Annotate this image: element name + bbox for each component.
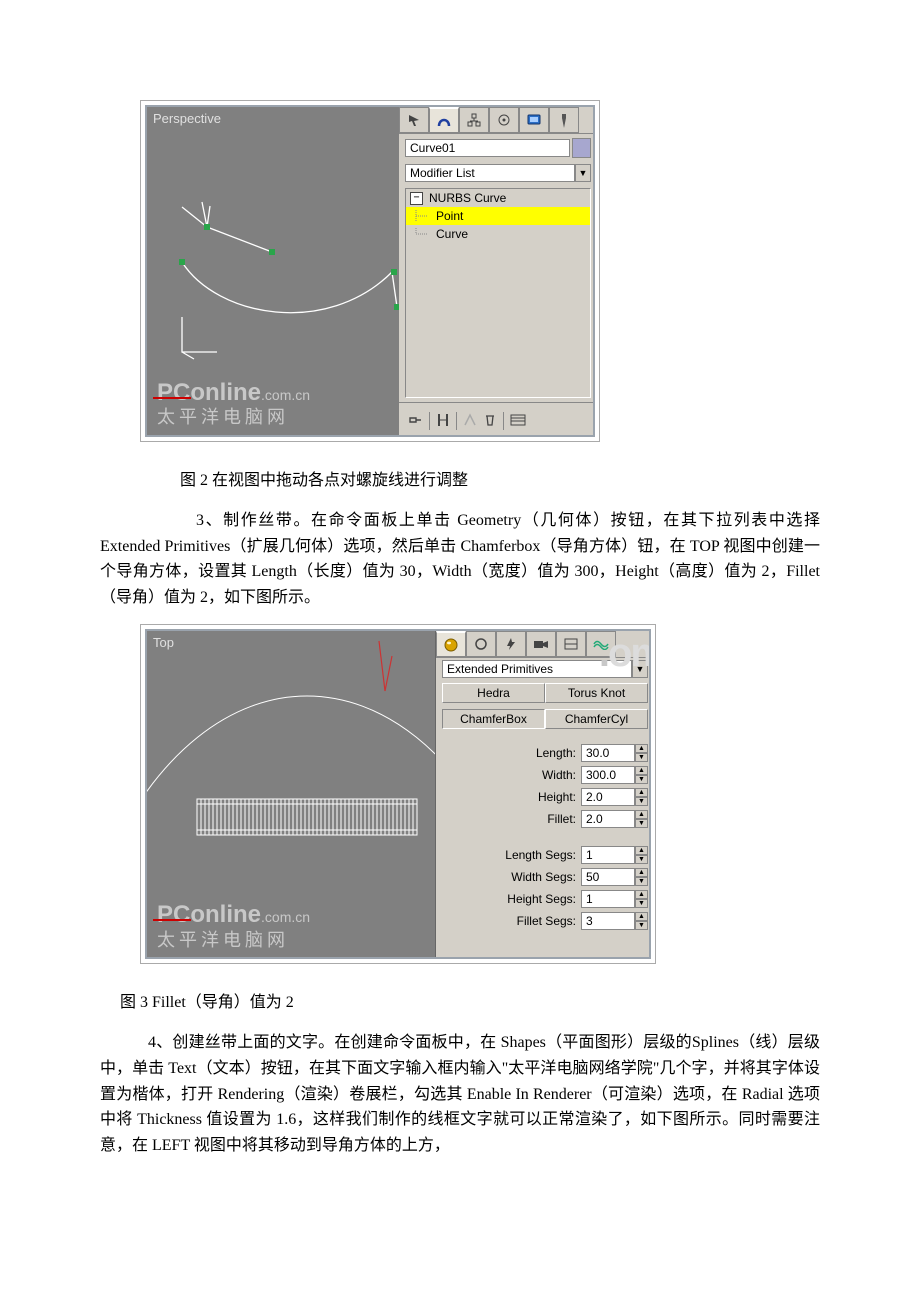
show-end-icon[interactable] <box>436 412 450 431</box>
stack-toolbar <box>399 402 595 437</box>
height-param: Height: ▲▼ <box>436 786 651 808</box>
create-subtabs <box>436 631 651 658</box>
chamferbox-drawing <box>147 631 435 959</box>
spinner-up-icon[interactable]: ▲ <box>635 846 648 855</box>
figure-1-caption: 图 2 在视图中拖动各点对螺旋线进行调整 <box>180 466 820 490</box>
configure-icon[interactable] <box>510 413 526 430</box>
spinner-up-icon[interactable]: ▲ <box>635 890 648 899</box>
spinner-down-icon[interactable]: ▼ <box>635 855 648 864</box>
chamferbox-button[interactable]: ChamferBox <box>442 709 545 729</box>
chevron-down-icon: ▼ <box>632 660 648 678</box>
spinner-down-icon[interactable]: ▼ <box>635 899 648 908</box>
spinner-down-icon[interactable]: ▼ <box>635 877 648 886</box>
hierarchy-tab-icon[interactable] <box>459 107 489 133</box>
width-segs-input[interactable] <box>581 868 635 886</box>
spinner-up-icon[interactable]: ▲ <box>635 810 648 819</box>
length-segs-param: Length Segs: ▲▼ <box>436 844 651 866</box>
object-name-input[interactable] <box>405 139 570 157</box>
motion-tab-icon[interactable] <box>489 107 519 133</box>
spinner-down-icon[interactable]: ▼ <box>635 753 648 762</box>
nurbs-curve-drawing <box>147 107 399 437</box>
length-segs-input[interactable] <box>581 846 635 864</box>
spinner-up-icon[interactable]: ▲ <box>635 744 648 753</box>
torusknot-button[interactable]: Torus Knot <box>545 683 648 703</box>
modifier-list-dropdown[interactable]: ▼ <box>405 164 591 182</box>
utilities-tab-icon[interactable] <box>549 107 579 133</box>
viewport-label: Perspective <box>153 111 221 126</box>
lights-tab-icon[interactable] <box>496 631 526 657</box>
modify-panel: ▼ − NURBS Curve Point <box>399 107 595 437</box>
chevron-down-icon: ▼ <box>575 164 591 182</box>
stack-root[interactable]: − NURBS Curve <box>406 189 590 207</box>
width-segs-param: Width Segs: ▲▼ <box>436 866 651 888</box>
perspective-viewport: Perspective <box>147 107 399 437</box>
fillet-segs-input[interactable] <box>581 912 635 930</box>
spinner-down-icon[interactable]: ▼ <box>635 819 648 828</box>
viewport-label: Top <box>153 635 174 650</box>
create-panel: .om ▼ Hedra Torus Knot <box>436 631 651 959</box>
make-unique-icon[interactable] <box>463 413 477 430</box>
hedra-button[interactable]: Hedra <box>442 683 545 703</box>
height-input[interactable] <box>581 788 635 806</box>
figure-1-screenshot: Perspective <box>140 100 600 442</box>
chamfercyl-button[interactable]: ChamferCyl <box>545 709 648 729</box>
display-tab-icon[interactable] <box>519 107 549 133</box>
height-segs-param: Height Segs: ▲▼ <box>436 888 651 910</box>
spinner-up-icon[interactable]: ▲ <box>635 912 648 921</box>
figure-2-screenshot: Top <box>140 624 656 964</box>
command-panel-tabs <box>399 107 595 134</box>
object-color-swatch[interactable] <box>572 138 591 158</box>
category-dropdown[interactable]: ▼ <box>442 660 648 678</box>
height-segs-input[interactable] <box>581 890 635 908</box>
length-input[interactable] <box>581 744 635 762</box>
fillet-segs-param: Fillet Segs: ▲▼ <box>436 910 651 932</box>
spinner-up-icon[interactable]: ▲ <box>635 766 648 775</box>
spinner-down-icon[interactable]: ▼ <box>635 797 648 806</box>
fillet-param: Fillet: ▲▼ <box>436 808 651 830</box>
top-viewport: Top <box>147 631 436 959</box>
spinner-up-icon[interactable]: ▲ <box>635 868 648 877</box>
length-param: Length: ▲▼ <box>436 742 651 764</box>
paragraph-4: 4、创建丝带上面的文字。在创建命令面板中，在 Shapes（平面图形）层级的Sp… <box>100 1030 820 1158</box>
modify-tab-icon[interactable] <box>429 107 459 133</box>
spacewarps-tab-icon[interactable] <box>586 631 616 657</box>
fillet-input[interactable] <box>581 810 635 828</box>
shapes-tab-icon[interactable] <box>466 631 496 657</box>
arrow-icon[interactable] <box>399 107 429 133</box>
width-input[interactable] <box>581 766 635 784</box>
width-param: Width: ▲▼ <box>436 764 651 786</box>
minus-icon[interactable]: − <box>410 192 423 205</box>
stack-point[interactable]: Point <box>406 207 590 225</box>
helpers-tab-icon[interactable] <box>556 631 586 657</box>
spinner-down-icon[interactable]: ▼ <box>635 775 648 784</box>
remove-modifier-icon[interactable] <box>483 413 497 430</box>
spinner-up-icon[interactable]: ▲ <box>635 788 648 797</box>
spinner-down-icon[interactable]: ▼ <box>635 921 648 930</box>
modifier-stack[interactable]: − NURBS Curve Point Curve <box>405 188 591 398</box>
figure-2-caption: 图 3 Fillet（导角）值为 2 <box>120 988 820 1012</box>
pin-icon[interactable] <box>407 412 423 431</box>
stack-curve[interactable]: Curve <box>406 225 590 243</box>
geometry-tab-icon[interactable] <box>436 631 466 657</box>
cameras-tab-icon[interactable] <box>526 631 556 657</box>
paragraph-3: 3、制作丝带。在命令面板上单击 Geometry（几何体）按钮，在其下拉列表中选… <box>100 508 820 610</box>
